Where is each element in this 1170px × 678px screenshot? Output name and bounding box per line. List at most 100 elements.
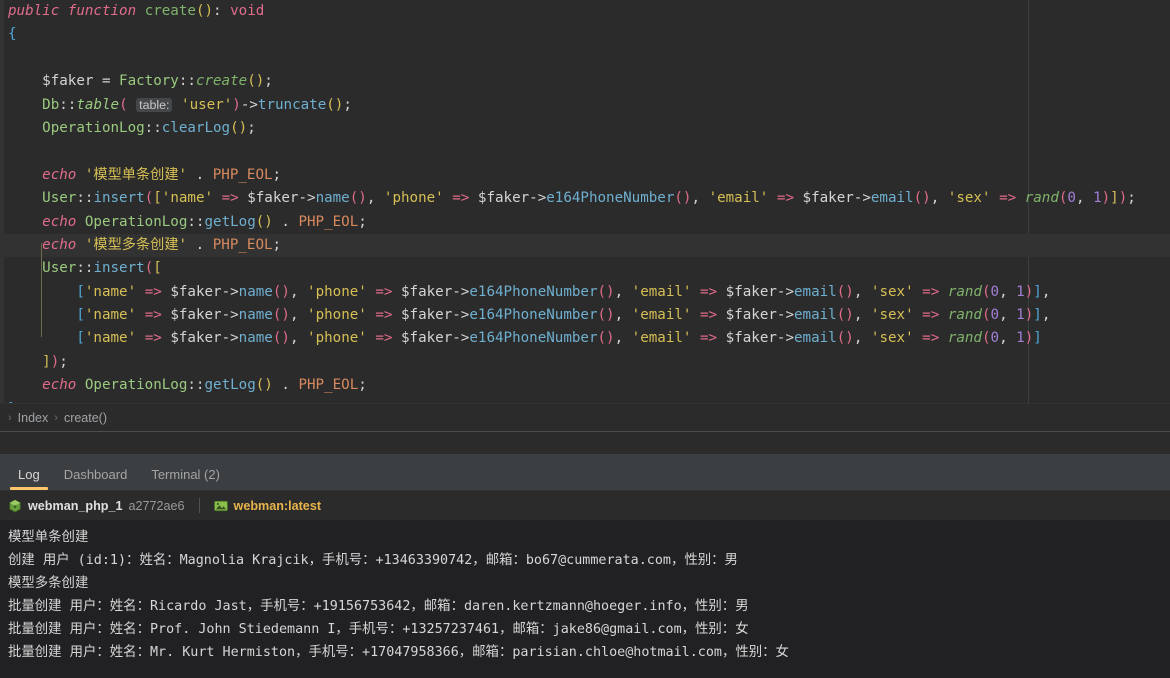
code-token: ,: [289, 307, 308, 324]
code-line[interactable]: [0, 47, 1170, 70]
tool-window-tab[interactable]: Dashboard: [52, 467, 140, 490]
code-token: ;: [358, 377, 367, 394]
code-token: ,: [1041, 307, 1051, 324]
code-lines[interactable]: public function create(): void{ $faker =…: [0, 0, 1170, 403]
code-line[interactable]: User::insert([: [0, 257, 1170, 280]
code-token: ->: [452, 307, 470, 324]
code-line[interactable]: }: [0, 398, 1170, 403]
tool-window-tab-bar[interactable]: Log Dashboard Terminal (2): [0, 454, 1170, 491]
code-token: public: [8, 3, 60, 19]
code-token: ]: [1110, 190, 1119, 207]
code-token: =>: [144, 330, 162, 347]
code-token: 'phone': [307, 283, 367, 300]
code-token: e164PhoneNumber: [469, 283, 598, 300]
code-token: ;: [264, 73, 273, 90]
code-token: .: [195, 236, 205, 253]
code-token: (): [836, 283, 854, 300]
code-token: :: [213, 3, 222, 19]
code-token: $faker: [401, 330, 453, 347]
code-token: =>: [375, 307, 393, 324]
code-token: .: [195, 166, 205, 183]
code-line[interactable]: echo '模型单条创建' . PHP_EOL;: [0, 164, 1170, 187]
container-header: webman_php_1 a2772ae6 webman:latest: [0, 491, 1170, 520]
code-line[interactable]: OperationLog::clearLog();: [0, 117, 1170, 140]
code-line[interactable]: echo OperationLog::getLog() . PHP_EOL;: [0, 211, 1170, 234]
code-token: (): [230, 119, 248, 136]
code-line[interactable]: echo OperationLog::getLog() . PHP_EOL;: [0, 374, 1170, 397]
code-token: 'sex': [870, 307, 914, 324]
code-token: ,: [999, 307, 1017, 324]
code-line[interactable]: ['name' => $faker->name(), 'phone' => $f…: [0, 281, 1170, 304]
code-line[interactable]: ['name' => $faker->name(), 'phone' => $f…: [0, 304, 1170, 327]
container-name[interactable]: webman_php_1: [28, 499, 122, 513]
code-token: create: [195, 73, 248, 90]
code-token: (): [674, 190, 692, 207]
image-name[interactable]: webman:latest: [234, 499, 321, 513]
code-token: e164PhoneNumber: [469, 330, 598, 347]
code-token: PHP_EOL: [298, 377, 359, 394]
code-token: 'phone': [307, 330, 367, 347]
services-tool-window: Log Dashboard Terminal (2) webman_php_1 a2…: [0, 454, 1170, 678]
code-token: ,: [853, 330, 871, 347]
code-token: echo: [42, 213, 77, 230]
code-line[interactable]: ]);: [0, 351, 1170, 374]
breadcrumb-item[interactable]: Index: [14, 411, 53, 425]
code-line[interactable]: public function create(): void: [0, 0, 1170, 23]
code-token: $faker: [170, 307, 222, 324]
log-line: 批量创建 用户：姓名：Mr. Kurt Hermiston，手机号：+17047…: [8, 645, 789, 660]
breadcrumb[interactable]: › Index › create(): [0, 403, 1170, 431]
code-line[interactable]: [0, 140, 1170, 163]
log-console[interactable]: 模型单条创建 创建 用户 (id:1)：姓名：Magnolia Krajcik，手…: [0, 520, 1170, 678]
tool-window-tab[interactable]: Terminal (2): [139, 467, 232, 490]
code-token: ): [50, 353, 60, 370]
code-line[interactable]: ['name' => $faker->name(), 'phone' => $f…: [0, 327, 1170, 350]
code-token: e164PhoneNumber: [469, 307, 598, 324]
log-line: 模型多条创建: [8, 576, 89, 591]
code-token: (: [144, 260, 154, 277]
code-token: =>: [922, 307, 940, 324]
code-token: ->: [221, 283, 239, 300]
code-token: ): [1024, 307, 1034, 324]
code-token: email: [870, 190, 914, 207]
code-line[interactable]: User::insert(['name' => $faker->name(), …: [0, 187, 1170, 210]
code-token: name: [238, 330, 273, 347]
breadcrumb-item[interactable]: create(): [60, 411, 111, 425]
code-token: [: [76, 330, 85, 347]
code-token: (: [119, 96, 128, 113]
code-line[interactable]: Db::table( table: 'user')->truncate();: [0, 94, 1170, 117]
container-id: a2772ae6: [128, 498, 185, 513]
code-line[interactable]: $faker = Factory::create();: [0, 70, 1170, 93]
code-token: name: [238, 307, 273, 324]
code-token: (: [981, 283, 991, 300]
code-token: truncate: [257, 96, 327, 113]
editor-toolwindow-splitter[interactable]: [0, 431, 1170, 454]
code-line[interactable]: echo '模型多条创建' . PHP_EOL;: [0, 233, 1170, 258]
code-token: ): [232, 96, 241, 113]
code-token: ::: [178, 73, 196, 90]
code-token: 'sex': [870, 330, 914, 347]
tool-window-tab[interactable]: Log: [6, 467, 52, 490]
code-token: 'phone': [383, 190, 444, 207]
code-token: $faker: [725, 307, 777, 324]
code-token: $faker: [247, 190, 299, 207]
code-token: 'email': [631, 330, 692, 347]
code-editor[interactable]: public function create(): void{ $faker =…: [0, 0, 1170, 403]
code-token: 'user': [181, 96, 233, 113]
code-line[interactable]: {: [0, 23, 1170, 46]
log-line: 创建 用户 (id:1)：姓名：Magnolia Krajcik，手机号：+13…: [8, 553, 738, 568]
code-token: PHP_EOL: [212, 236, 273, 253]
code-token: Factory: [119, 73, 179, 90]
